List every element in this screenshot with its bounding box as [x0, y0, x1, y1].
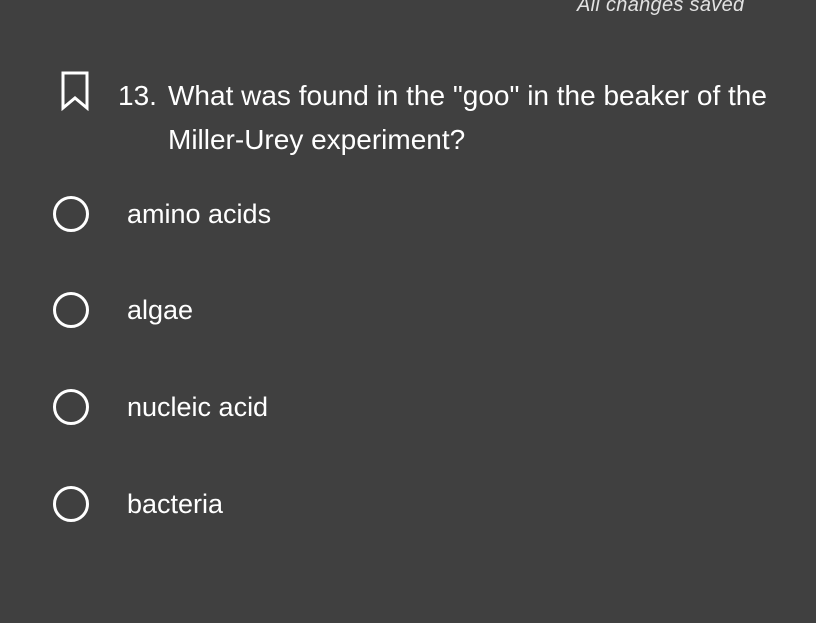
radio-button[interactable]	[53, 486, 89, 522]
option-label: nucleic acid	[127, 391, 269, 422]
answer-option-nucleic-acid[interactable]: nucleic acid	[53, 383, 453, 431]
option-label: bacteria	[127, 488, 224, 519]
radio-button[interactable]	[53, 196, 89, 232]
bookmark-icon[interactable]	[61, 71, 89, 112]
answer-option-bacteria[interactable]: bacteria	[53, 480, 453, 528]
question-line-1: What was found in the "goo" in the beake…	[168, 80, 767, 111]
answer-option-amino-acids[interactable]: amino acids	[53, 190, 453, 238]
radio-button[interactable]	[53, 292, 89, 328]
option-label: amino acids	[127, 198, 272, 229]
question-text: 13. What was found in the "goo" in the be…	[118, 74, 808, 162]
save-status: All changes saved	[577, 0, 745, 16]
question-number: 13.	[118, 80, 157, 111]
answer-option-algae[interactable]: algae	[53, 286, 453, 334]
radio-button[interactable]	[53, 389, 89, 425]
question-line-2: Miller-Urey experiment?	[168, 124, 466, 155]
option-label: algae	[127, 294, 194, 325]
